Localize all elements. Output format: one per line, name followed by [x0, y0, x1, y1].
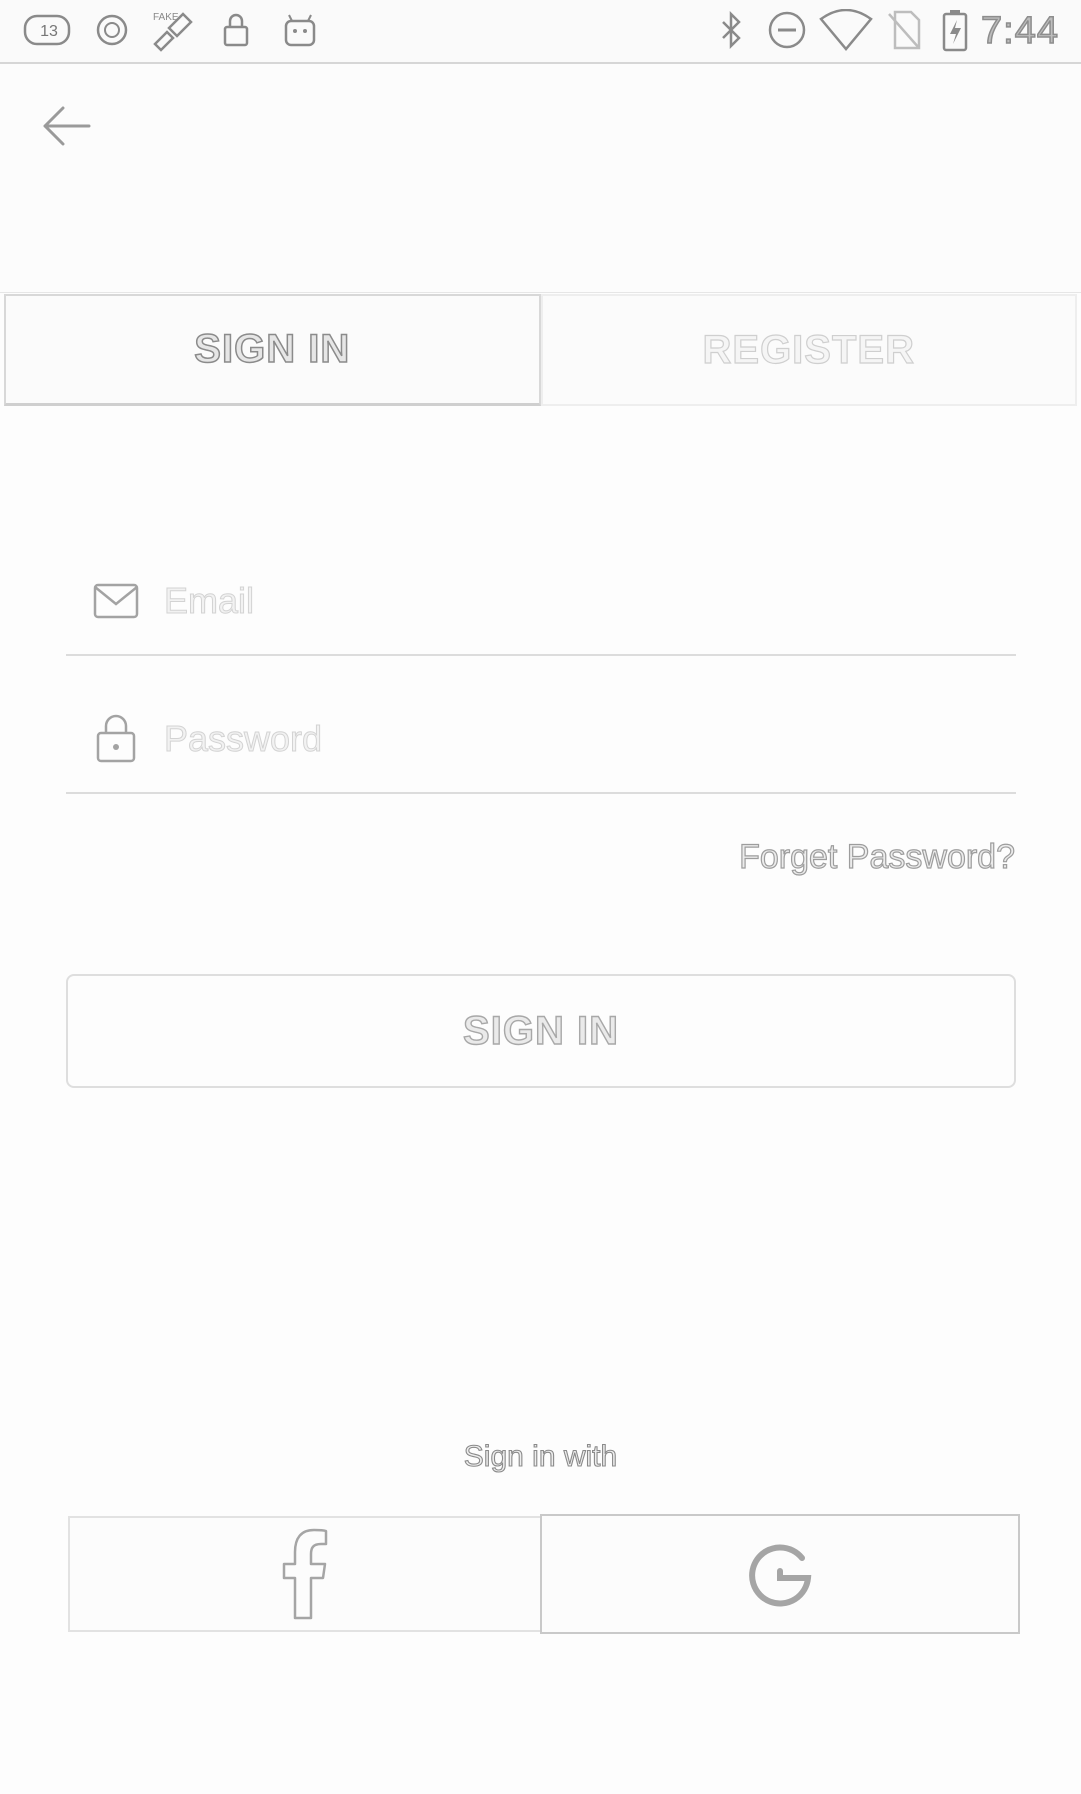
mail-icon [84, 582, 148, 620]
header [0, 64, 1081, 293]
password-field [66, 686, 1016, 794]
google-icon [749, 1544, 812, 1607]
sign-in-button[interactable]: SIGN IN [66, 974, 1016, 1088]
back-arrow-icon [43, 106, 91, 146]
facebook-icon [282, 1528, 328, 1620]
do-not-disturb-icon [764, 10, 810, 50]
android-icon [280, 10, 320, 50]
auth-tabs: SIGN IN REGISTER [4, 294, 1077, 406]
facebook-sign-in-button[interactable] [68, 1516, 542, 1632]
back-button[interactable] [30, 90, 102, 162]
status-time: 7:44 [980, 9, 1059, 53]
notification-icon: 13 [22, 10, 74, 50]
password-input[interactable] [162, 717, 1016, 761]
sign-in-with-caption: Sign in with [463, 1439, 618, 1473]
no-sim-icon [884, 10, 924, 50]
google-sign-in-button[interactable] [540, 1514, 1020, 1634]
email-input[interactable] [162, 579, 1016, 623]
password-lock-icon [84, 713, 148, 765]
fake-gps-icon: FAKE [148, 10, 198, 52]
alarm-icon [92, 10, 132, 50]
battery-charging-icon [938, 10, 972, 52]
lock-status-icon [218, 10, 254, 50]
tab-sign-in[interactable]: SIGN IN [4, 294, 541, 406]
svg-text:FAKE: FAKE [153, 12, 179, 23]
tab-register[interactable]: REGISTER [540, 294, 1077, 406]
email-field [66, 548, 1016, 656]
status-bar: 13 FAKE 7:44 [0, 0, 1081, 64]
wifi-icon [818, 9, 874, 51]
forgot-password-link[interactable]: Forget Password? [738, 837, 1015, 877]
bluetooth-icon [714, 10, 750, 50]
notification-badge-count: 13 [40, 23, 58, 40]
